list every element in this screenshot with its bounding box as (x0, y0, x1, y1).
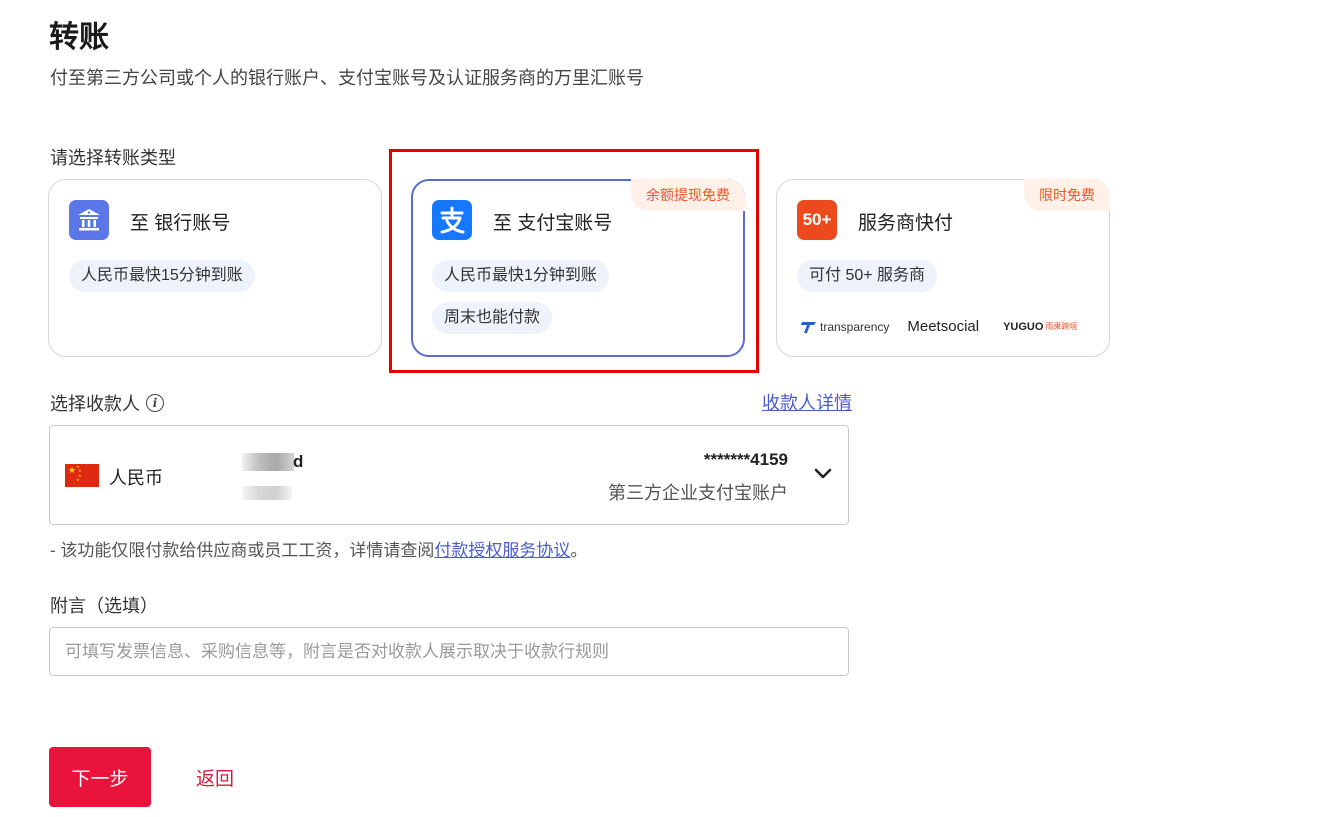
option-bank-account[interactable]: 至 银行账号 人民币最快15分钟到账 (48, 179, 382, 357)
free-withdraw-badge: 余额提现免费 (631, 179, 745, 211)
payee-select[interactable]: ★ ★ ★ ★ ★ 人民币 d *******4159 第三方企业支付宝账户 (49, 425, 849, 525)
authorization-notice: - 该功能仅限付款给供应商或员工工资，详情请查阅付款授权服务协议。 (50, 541, 588, 560)
meetsocial-logo: Meetsocial (907, 318, 980, 335)
memo-label: 附言（选填） (50, 596, 158, 616)
option-title: 至 银行账号 (130, 213, 231, 234)
partner-logos: transparency Meetsocial YUGUO 雨果跨境 (801, 318, 1095, 335)
payee-account-number: *******4159 (703, 450, 788, 469)
payee-label: 选择收款人 i (50, 390, 164, 416)
transparency-logo: transparency (801, 320, 889, 334)
option-tag: 周末也能付款 (432, 302, 553, 334)
alipay-icon (432, 200, 472, 240)
payee-name-redacted (242, 453, 294, 471)
option-tag: 人民币最快1分钟到账 (432, 260, 609, 292)
option-title: 至 支付宝账号 (493, 213, 613, 234)
payee-currency: 人民币 (109, 468, 163, 488)
bank-icon (69, 200, 109, 240)
next-button[interactable]: 下一步 (49, 747, 151, 807)
memo-input[interactable] (49, 627, 849, 676)
chevron-down-icon[interactable] (812, 462, 834, 484)
option-tag: 可付 50+ 服务商 (797, 260, 938, 292)
yuguo-logo: YUGUO 雨果跨境 (1003, 320, 1078, 333)
service-agreement-link[interactable]: 付款授权服务协议 (434, 541, 570, 560)
transfer-type-label: 请选择转账类型 (50, 148, 176, 168)
payee-details-link[interactable]: 收款人详情 (762, 389, 852, 415)
limited-free-badge: 限时免费 (1024, 179, 1110, 211)
china-flag-icon: ★ ★ ★ ★ ★ (65, 464, 99, 487)
option-service-provider[interactable]: 限时免费 50+ 服务商快付 可付 50+ 服务商 transparency M… (776, 179, 1110, 357)
back-link[interactable]: 返回 (196, 764, 234, 791)
option-tag: 人民币最快15分钟到账 (69, 260, 255, 292)
provider-50-icon: 50+ (797, 200, 837, 240)
page-title: 转账 (49, 21, 109, 54)
info-icon[interactable]: i (146, 394, 164, 412)
page-subtitle: 付至第三方公司或个人的银行账户、支付宝账号及认证服务商的万里汇账号 (50, 68, 644, 88)
payee-subname-redacted (242, 486, 292, 500)
option-title: 服务商快付 (858, 213, 954, 234)
payee-account-type: 第三方企业支付宝账户 (608, 483, 788, 503)
payee-name-suffix: d (293, 452, 304, 471)
option-alipay-account[interactable]: 余额提现免费 至 支付宝账号 人民币最快1分钟到账 周末也能付款 (411, 179, 745, 357)
